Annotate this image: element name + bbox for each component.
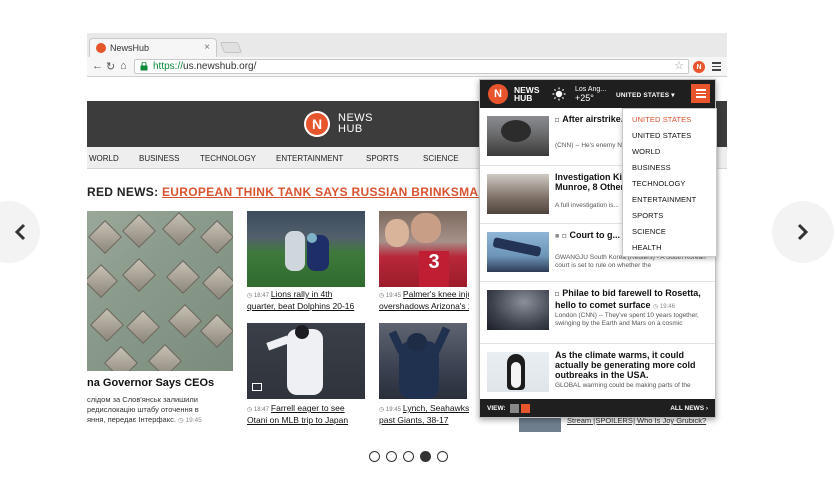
home-icon[interactable]: ⌂ xyxy=(120,60,127,72)
browser-toolbar: ← ↻ ⌂ https://us.newshub.org/ ☆ N xyxy=(87,57,727,77)
site-logo[interactable]: N NEWS HUB xyxy=(304,111,373,137)
story-photo-lions[interactable] xyxy=(247,211,365,287)
popup-story[interactable]: As the climate warms, it could actually … xyxy=(480,344,715,399)
reload-icon[interactable]: ↻ xyxy=(106,60,115,73)
story-photo-lynch[interactable] xyxy=(379,323,467,399)
dropdown-item[interactable]: WORLD xyxy=(632,147,660,156)
video-icon: ■ xyxy=(555,233,560,240)
dropdown-item[interactable]: SPORTS xyxy=(632,211,663,220)
featured-story-title[interactable]: na Governor Says CEOs xyxy=(87,377,214,389)
previous-slide-arrow[interactable] xyxy=(0,201,40,263)
nav-technology[interactable]: TECHNOLOGY xyxy=(200,154,256,163)
story-thumbnail xyxy=(487,174,549,214)
camera-icon: ◘ xyxy=(562,233,567,240)
story-title: As the climate warms, it could actually … xyxy=(555,350,696,380)
story-photo-palmer[interactable]: 3 xyxy=(379,211,467,287)
browser-tab[interactable]: NewsHub × xyxy=(89,38,217,57)
story-caption-lions[interactable]: ◷ 18:47 Lions rally in 4th quarter, beat D… xyxy=(247,289,377,311)
close-tab-icon[interactable]: × xyxy=(204,42,210,53)
popup-footer: VIEW: ALL NEWS › xyxy=(480,399,715,417)
dropdown-item[interactable]: SCIENCE xyxy=(632,227,666,236)
newshub-extension-icon[interactable]: N xyxy=(693,61,705,73)
region-select[interactable]: UNITED STATES ▾ xyxy=(616,91,675,99)
popup-story[interactable]: ◘ Philae to bid farewell to Rosetta, hell… xyxy=(480,282,715,344)
dropdown-item[interactable]: TECHNOLOGY xyxy=(632,179,686,188)
all-news-link[interactable]: ALL NEWS › xyxy=(670,405,708,412)
view-label: VIEW: xyxy=(487,405,506,412)
dropdown-item[interactable]: ENTERTAINMENT xyxy=(632,195,696,204)
slide-dot-3[interactable] xyxy=(403,451,414,462)
back-icon[interactable]: ← xyxy=(92,60,103,72)
story-caption-lynch[interactable]: ◷ 19:45 Lynch, Seahawks r past Giants, 38-… xyxy=(379,403,469,425)
dropdown-item[interactable]: UNITED STATES xyxy=(632,131,691,140)
nav-sports[interactable]: SPORTS xyxy=(366,154,399,163)
tab-strip: NewsHub × xyxy=(87,33,727,57)
slide-indicator xyxy=(369,451,448,462)
story-caption-palmer[interactable]: ◷ 19:45 Palmer's knee inju overshadows Ari… xyxy=(379,289,469,311)
tab-title: NewsHub xyxy=(110,43,150,53)
story-thumbnail xyxy=(487,290,549,330)
dropdown-item-selected[interactable]: UNITED STATES xyxy=(632,115,691,124)
popup-header: N NEWS HUB Los Ang... +25° UNITED STATES ▾ xyxy=(480,80,715,108)
browser-menu-icon[interactable] xyxy=(712,62,721,73)
story-photo-farrell[interactable] xyxy=(247,323,365,399)
story-thumbnail xyxy=(487,116,549,156)
dropdown-item[interactable]: BUSINESS xyxy=(632,163,671,172)
nav-business[interactable]: BUSINESS xyxy=(139,154,179,163)
story-summary: GLOBAL warming could be making parts of … xyxy=(555,382,691,389)
story-summary: London (CNN) -- They've spent 10 years t… xyxy=(555,312,699,327)
popup-brand: NEWS HUB xyxy=(514,85,540,103)
url-scheme: https:// xyxy=(153,61,184,72)
story-title: ◘ Philae to bid farewell to Rosetta, hell… xyxy=(555,288,701,310)
slide-dot-5[interactable] xyxy=(437,451,448,462)
next-slide-arrow[interactable] xyxy=(772,201,834,263)
nav-world[interactable]: WORLD xyxy=(89,154,119,163)
lock-icon xyxy=(140,62,148,71)
address-bar[interactable]: https://us.newshub.org/ ☆ xyxy=(134,59,689,74)
url-host: us.newshub.org/ xyxy=(183,61,257,72)
sun-icon xyxy=(552,87,566,101)
region-dropdown: UNITED STATES UNITED STATES WORLD BUSINE… xyxy=(622,108,717,257)
logo-wordmark: NEWS HUB xyxy=(338,112,373,135)
new-tab-button[interactable] xyxy=(219,42,243,53)
weather-readout: Los Ang... +25° xyxy=(575,86,607,103)
chevron-right-icon xyxy=(797,223,809,241)
popup-logo[interactable]: N xyxy=(488,84,508,104)
featured-photo[interactable] xyxy=(87,211,233,371)
story-thumbnail xyxy=(487,352,549,392)
grid-view-icon[interactable] xyxy=(521,404,530,413)
camera-icon: ◘ xyxy=(555,117,560,124)
nav-science[interactable]: SCIENCE xyxy=(423,154,459,163)
favicon-icon xyxy=(96,43,106,53)
bookmark-star-icon[interactable]: ☆ xyxy=(674,60,684,73)
story-thumbnail xyxy=(487,232,549,272)
popup-menu-button[interactable] xyxy=(691,84,710,103)
camera-icon: ◘ xyxy=(555,291,560,298)
chevron-left-icon xyxy=(14,223,26,241)
logo-mark: N xyxy=(304,111,330,137)
slide-dot-4-active[interactable] xyxy=(420,451,431,462)
list-view-icon[interactable] xyxy=(510,404,519,413)
featured-headline: RED NEWS: EUROPEAN THINK TANK SAYS RUSSI… xyxy=(87,185,517,199)
nav-entertainment[interactable]: ENTERTAINMENT xyxy=(276,154,343,163)
browser-window: NewsHub × ← ↻ ⌂ https://us.newshub.org/ … xyxy=(87,33,727,432)
slide-dot-2[interactable] xyxy=(386,451,397,462)
story-caption-farrell[interactable]: ◷ 18:47 Farrell eager to see Otani on MLB … xyxy=(247,403,377,425)
small-story-photo[interactable] xyxy=(519,416,561,432)
slide-dot-1[interactable] xyxy=(369,451,380,462)
featured-link[interactable]: EUROPEAN THINK TANK SAYS RUSSIAN BRINKSM… xyxy=(162,185,517,199)
featured-story-desc: слідом за Слов'янськ залишили редислокац… xyxy=(87,395,202,424)
dropdown-item[interactable]: HEALTH xyxy=(632,243,662,252)
slideshow-stage: NewsHub × ← ↻ ⌂ https://us.newshub.org/ … xyxy=(0,0,837,495)
